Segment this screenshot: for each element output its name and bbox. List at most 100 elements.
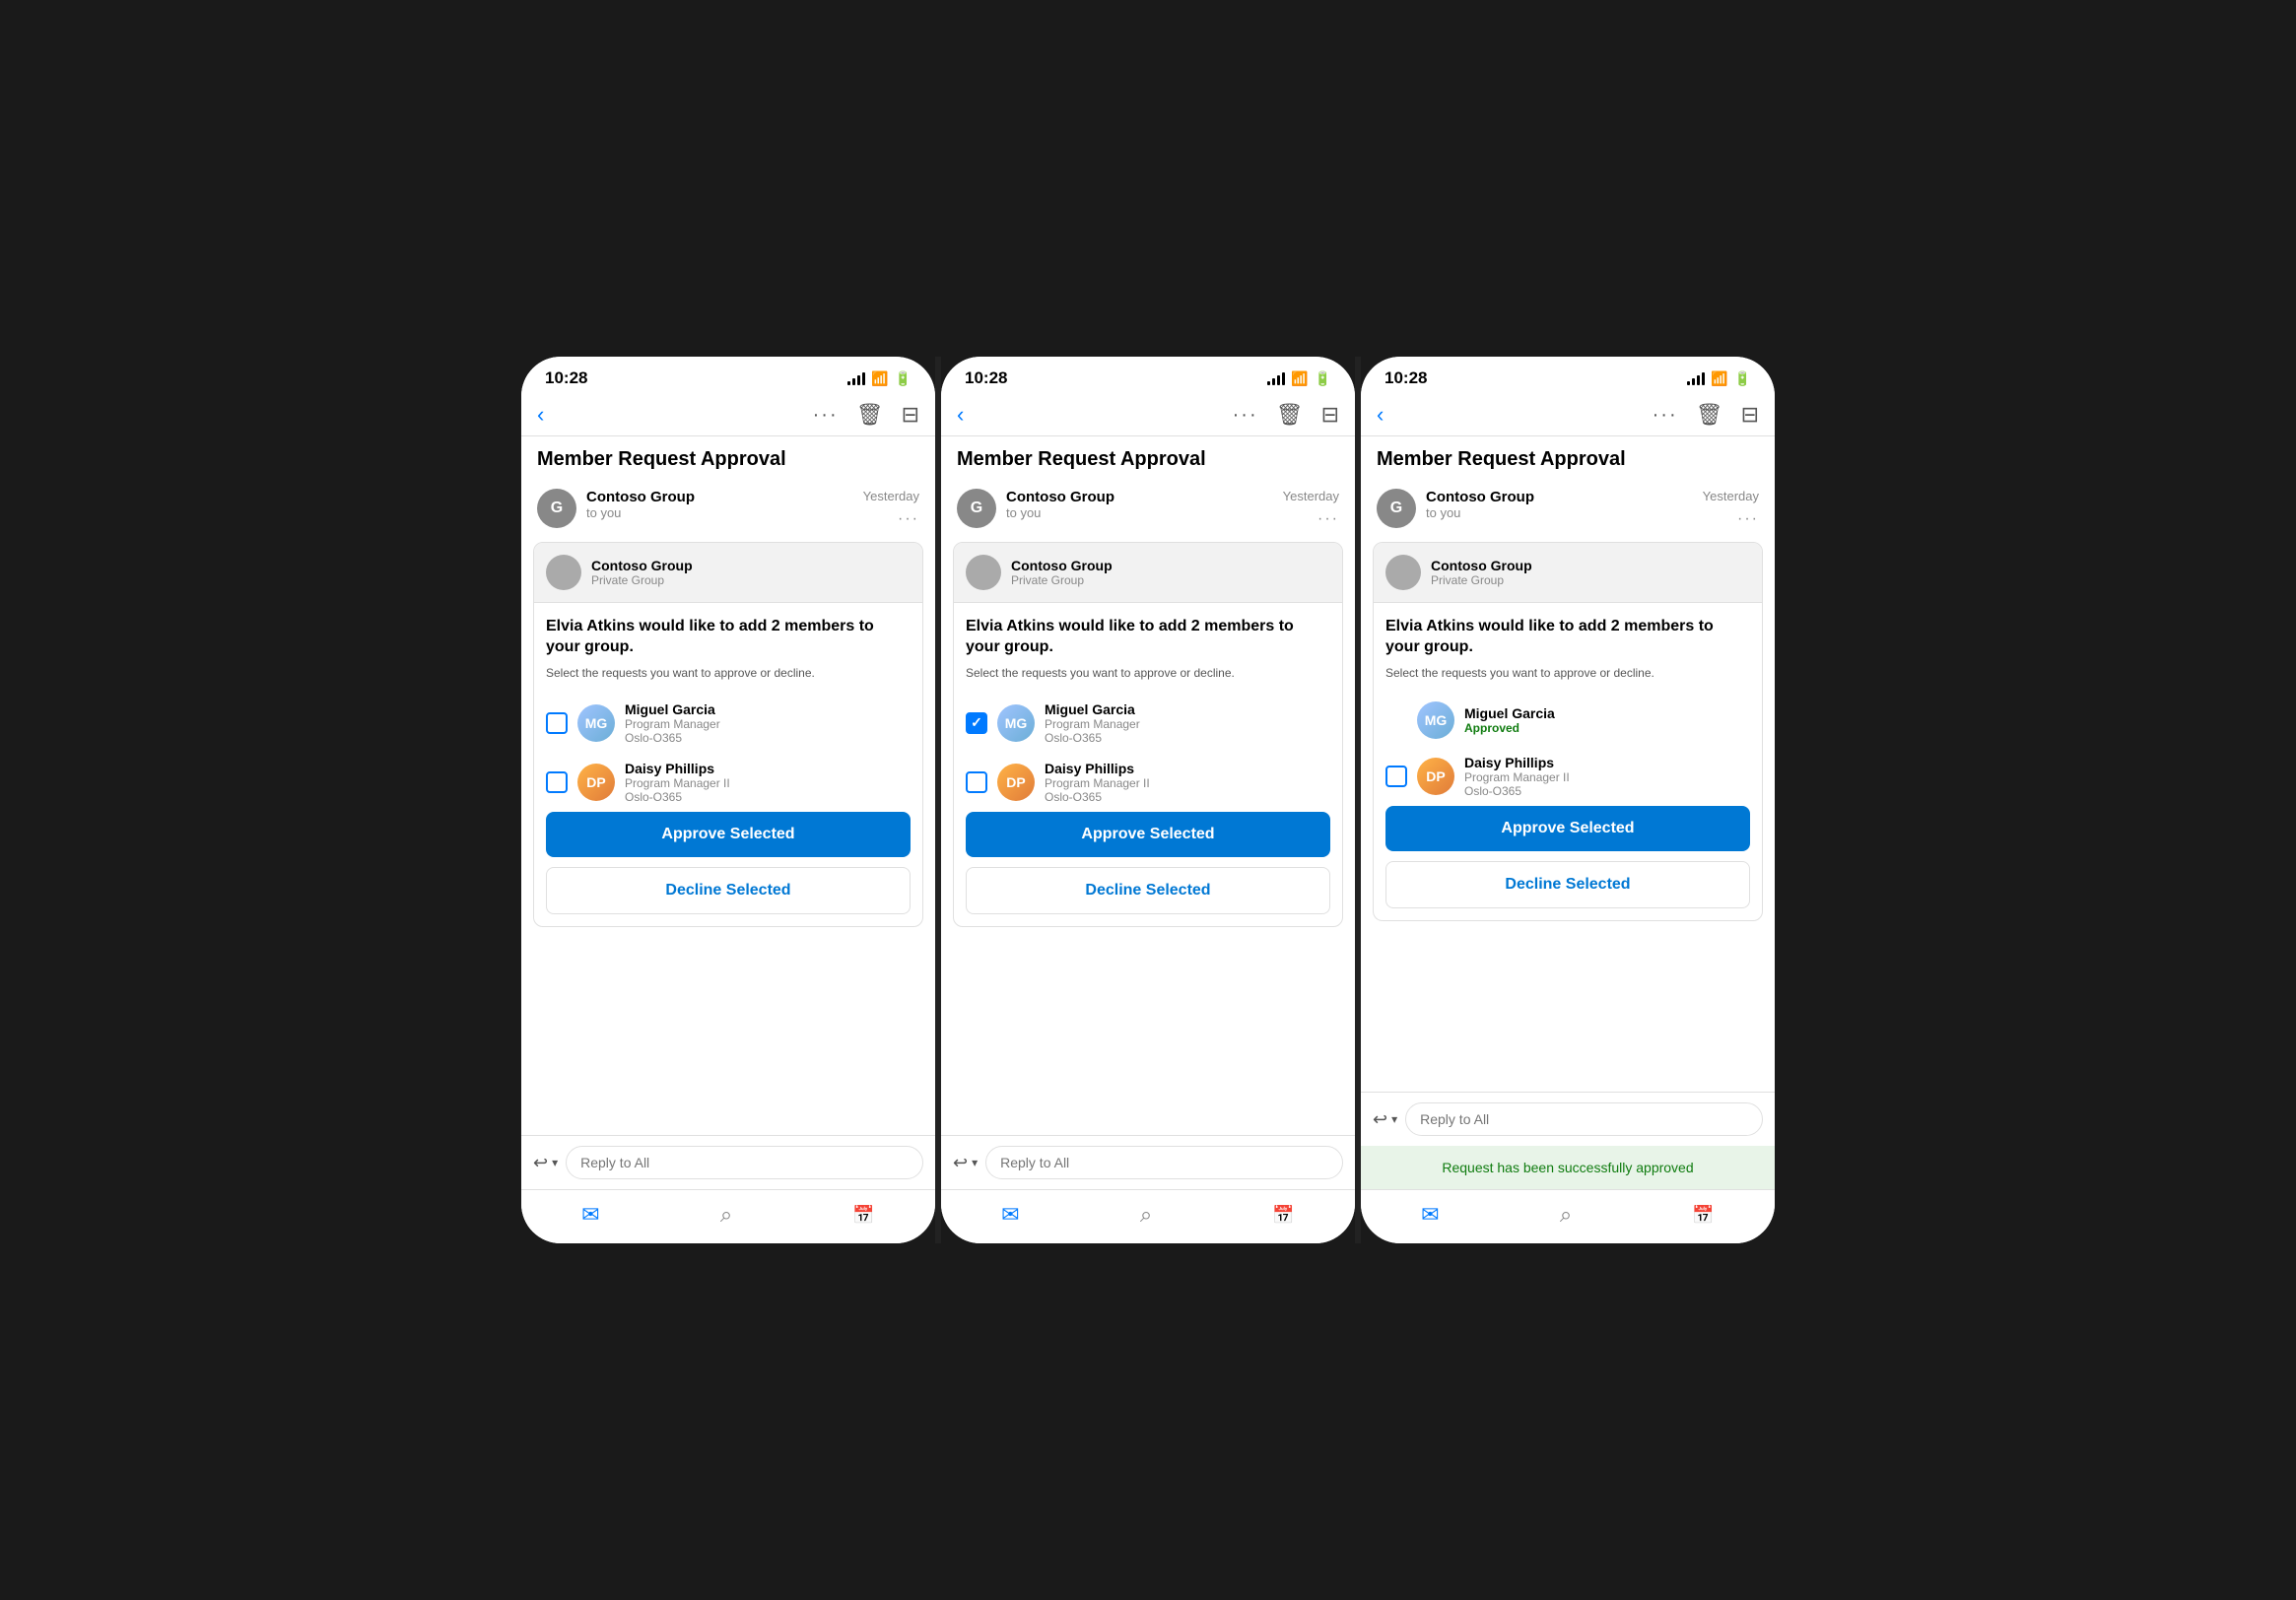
more-options-icon-3[interactable]: ··· bbox=[1653, 404, 1678, 427]
member-checkbox-daisy-3[interactable] bbox=[1385, 766, 1407, 787]
wifi-icon-1: 📶 bbox=[871, 370, 888, 387]
status-time-3: 10:28 bbox=[1384, 368, 1427, 388]
member-title-daisy-2: Program Manager II bbox=[1045, 776, 1150, 790]
member-org-daisy-3: Oslo-O365 bbox=[1464, 784, 1570, 798]
sender-more-3[interactable]: ··· bbox=[1737, 510, 1759, 528]
member-name-miguel-1: Miguel Garcia bbox=[625, 701, 720, 717]
card-header-1: Contoso Group Private Group bbox=[534, 543, 922, 603]
back-button-3[interactable]: ‹ bbox=[1377, 402, 1384, 428]
member-checkbox-miguel-1[interactable] bbox=[546, 712, 568, 734]
calendar-tab-1[interactable]: 📅 bbox=[852, 1205, 874, 1226]
reply-input-1[interactable] bbox=[566, 1146, 923, 1179]
member-org-miguel-2: Oslo-O365 bbox=[1045, 731, 1140, 745]
search-tab-3[interactable]: ⌕ bbox=[1560, 1202, 1572, 1228]
approve-button-3[interactable]: Approve Selected bbox=[1385, 806, 1750, 851]
approve-button-1[interactable]: Approve Selected bbox=[546, 812, 911, 857]
success-banner-3: Request has been successfully approved bbox=[1361, 1146, 1775, 1189]
delete-icon-3[interactable]: 🗑 bbox=[1696, 402, 1723, 428]
mail-tab-2[interactable]: ✉ bbox=[1001, 1202, 1019, 1228]
sender-time-2: Yesterday bbox=[1283, 489, 1339, 503]
search-tab-1[interactable]: ⌕ bbox=[720, 1202, 732, 1228]
member-row-miguel-3: MG Miguel Garcia Approved bbox=[1385, 694, 1750, 747]
member-title-miguel-2: Program Manager bbox=[1045, 717, 1140, 731]
approval-card-1: Contoso Group Private Group Elvia Atkins… bbox=[533, 542, 923, 927]
status-bar-1: 10:28 📶 🔋 bbox=[521, 357, 935, 394]
phone-screen-2: 10:28 📶 🔋 ‹ ··· 🗑 ⊟ Member Request Appro… bbox=[941, 357, 1355, 1243]
approve-button-2[interactable]: Approve Selected bbox=[966, 812, 1330, 857]
group-avatar-2 bbox=[966, 555, 1001, 590]
group-type-1: Private Group bbox=[591, 573, 693, 587]
back-button-1[interactable]: ‹ bbox=[537, 402, 544, 428]
status-icons-1: 📶 🔋 bbox=[847, 370, 912, 387]
group-avatar-1 bbox=[546, 555, 581, 590]
nav-bar-1: ‹ ··· 🗑 ⊟ bbox=[521, 394, 935, 436]
approval-card-2: Contoso Group Private Group Elvia Atkins… bbox=[953, 542, 1343, 927]
reply-chevron-1[interactable]: ▾ bbox=[552, 1156, 558, 1169]
mail-tab-1[interactable]: ✉ bbox=[581, 1202, 599, 1228]
member-org-miguel-1: Oslo-O365 bbox=[625, 731, 720, 745]
reply-bar-1: ↩ ▾ bbox=[521, 1135, 935, 1189]
card-subtitle-3: Select the requests you want to approve … bbox=[1385, 666, 1750, 680]
card-subtitle-2: Select the requests you want to approve … bbox=[966, 666, 1330, 680]
mail-tab-3[interactable]: ✉ bbox=[1421, 1202, 1439, 1228]
member-row-miguel-2: ✓ MG Miguel Garcia Program Manager Oslo-… bbox=[966, 694, 1330, 753]
reply-input-3[interactable] bbox=[1405, 1102, 1763, 1136]
group-type-3: Private Group bbox=[1431, 573, 1532, 587]
calendar-tab-2[interactable]: 📅 bbox=[1272, 1205, 1294, 1226]
member-info-daisy-3: Daisy Phillips Program Manager II Oslo-O… bbox=[1464, 755, 1570, 798]
reply-chevron-3[interactable]: ▾ bbox=[1391, 1112, 1397, 1126]
delete-icon-1[interactable]: 🗑 bbox=[856, 402, 884, 428]
sender-to-1: to you bbox=[586, 505, 919, 520]
group-info-1: Contoso Group Private Group bbox=[591, 558, 693, 587]
calendar-tab-3[interactable]: 📅 bbox=[1692, 1205, 1714, 1226]
status-time-2: 10:28 bbox=[965, 368, 1007, 388]
archive-icon-1[interactable]: ⊟ bbox=[902, 402, 919, 428]
reply-bar-2: ↩ ▾ bbox=[941, 1135, 1355, 1189]
back-button-2[interactable]: ‹ bbox=[957, 402, 964, 428]
status-bar-2: 10:28 📶 🔋 bbox=[941, 357, 1355, 394]
search-tab-2[interactable]: ⌕ bbox=[1140, 1202, 1152, 1228]
member-avatar-daisy-3: DP bbox=[1417, 758, 1454, 795]
more-options-icon-2[interactable]: ··· bbox=[1233, 404, 1258, 427]
card-subtitle-1: Select the requests you want to approve … bbox=[546, 666, 911, 680]
sender-more-1[interactable]: ··· bbox=[898, 510, 919, 528]
member-checkbox-miguel-2[interactable]: ✓ bbox=[966, 712, 987, 734]
member-title-daisy-3: Program Manager II bbox=[1464, 770, 1570, 784]
member-info-daisy-1: Daisy Phillips Program Manager II Oslo-O… bbox=[625, 761, 730, 804]
member-info-miguel-3: Miguel Garcia Approved bbox=[1464, 705, 1555, 735]
decline-button-1[interactable]: Decline Selected bbox=[546, 867, 911, 914]
decline-button-2[interactable]: Decline Selected bbox=[966, 867, 1330, 914]
page-title-2: Member Request Approval bbox=[941, 436, 1355, 479]
member-row-daisy-2: DP Daisy Phillips Program Manager II Osl… bbox=[966, 753, 1330, 812]
reply-chevron-2[interactable]: ▾ bbox=[972, 1156, 978, 1169]
group-info-2: Contoso Group Private Group bbox=[1011, 558, 1113, 587]
archive-icon-2[interactable]: ⊟ bbox=[1321, 402, 1339, 428]
member-avatar-daisy-1: DP bbox=[577, 764, 615, 801]
archive-icon-3[interactable]: ⊟ bbox=[1741, 402, 1759, 428]
member-row-daisy-1: DP Daisy Phillips Program Manager II Osl… bbox=[546, 753, 911, 812]
member-row-daisy-3: DP Daisy Phillips Program Manager II Osl… bbox=[1385, 747, 1750, 806]
nav-bar-3: ‹ ··· 🗑 ⊟ bbox=[1361, 394, 1775, 436]
member-name-daisy-3: Daisy Phillips bbox=[1464, 755, 1570, 770]
sender-more-2[interactable]: ··· bbox=[1317, 510, 1339, 528]
member-title-miguel-1: Program Manager bbox=[625, 717, 720, 731]
member-checkbox-daisy-2[interactable] bbox=[966, 771, 987, 793]
group-name-2: Contoso Group bbox=[1011, 558, 1113, 573]
wifi-icon-2: 📶 bbox=[1291, 370, 1308, 387]
decline-button-3[interactable]: Decline Selected bbox=[1385, 861, 1750, 908]
member-checkbox-daisy-1[interactable] bbox=[546, 771, 568, 793]
member-info-daisy-2: Daisy Phillips Program Manager II Oslo-O… bbox=[1045, 761, 1150, 804]
sender-to-2: to you bbox=[1006, 505, 1339, 520]
group-info-3: Contoso Group Private Group bbox=[1431, 558, 1532, 587]
member-org-daisy-2: Oslo-O365 bbox=[1045, 790, 1150, 804]
tab-bar-3: ✉ ⌕ 📅 bbox=[1361, 1189, 1775, 1243]
battery-icon-3: 🔋 bbox=[1734, 370, 1751, 387]
member-avatar-miguel-3: MG bbox=[1417, 701, 1454, 739]
reply-input-2[interactable] bbox=[985, 1146, 1343, 1179]
member-name-daisy-1: Daisy Phillips bbox=[625, 761, 730, 776]
status-time-1: 10:28 bbox=[545, 368, 587, 388]
delete-icon-2[interactable]: 🗑 bbox=[1276, 402, 1304, 428]
member-title-daisy-1: Program Manager II bbox=[625, 776, 730, 790]
card-body-3: Elvia Atkins would like to add 2 members… bbox=[1374, 603, 1762, 920]
more-options-icon-1[interactable]: ··· bbox=[813, 404, 839, 427]
